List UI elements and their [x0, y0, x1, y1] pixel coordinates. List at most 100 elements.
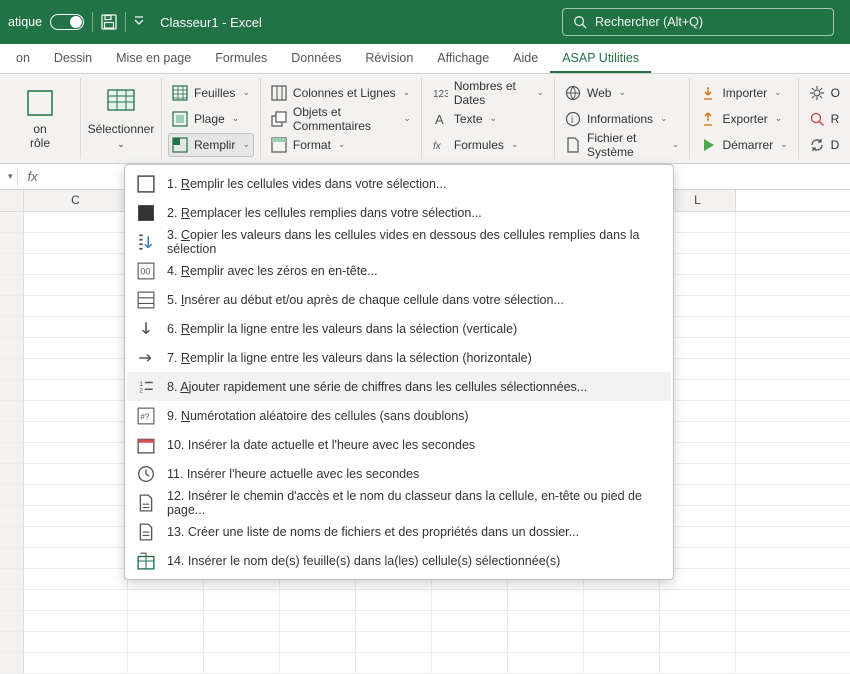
row-header[interactable] — [0, 569, 24, 590]
row-header[interactable] — [0, 632, 24, 653]
nombres-dates-button[interactable]: 123Nombres et Dates⌄ — [428, 81, 548, 105]
fichier-systeme-button[interactable]: Fichier et Système⌄ — [561, 133, 683, 157]
importer-button[interactable]: Importer⌄ — [696, 81, 791, 105]
cell[interactable] — [584, 632, 660, 652]
cell[interactable] — [508, 611, 584, 631]
web-button[interactable]: Web⌄ — [561, 81, 683, 105]
row-header[interactable] — [0, 443, 24, 464]
row-header[interactable] — [0, 212, 24, 233]
save-icon[interactable] — [101, 14, 117, 30]
cell[interactable] — [356, 632, 432, 652]
menu-item-2[interactable]: 2. Remplacer les cellules remplies dans … — [127, 198, 671, 227]
cell[interactable] — [24, 233, 128, 253]
menu-item-3[interactable]: 3. Copier les valeurs dans les cellules … — [127, 227, 671, 256]
tab-données[interactable]: Données — [279, 45, 353, 73]
tab-on[interactable]: on — [4, 45, 42, 73]
cell[interactable] — [24, 464, 128, 484]
cell[interactable] — [24, 422, 128, 442]
cell[interactable] — [508, 632, 584, 652]
format-button[interactable]: Format⌄ — [267, 133, 415, 157]
tab-dessin[interactable]: Dessin — [42, 45, 104, 73]
feuilles-button[interactable]: Feuilles⌄ — [168, 81, 254, 105]
cell[interactable] — [356, 611, 432, 631]
cell[interactable] — [204, 590, 280, 610]
cell[interactable] — [128, 632, 204, 652]
remplir-button[interactable]: Remplir⌄ — [168, 133, 254, 157]
cell[interactable] — [356, 653, 432, 673]
cell[interactable] — [280, 590, 356, 610]
cell[interactable] — [24, 338, 128, 358]
row-header[interactable] — [0, 338, 24, 359]
menu-item-8[interactable]: 128. Ajouter rapidement une série de chi… — [127, 372, 671, 401]
menu-item-11[interactable]: 11. Insérer l'heure actuelle avec les se… — [127, 459, 671, 488]
autosave-toggle[interactable] — [50, 14, 84, 30]
menu-item-7[interactable]: 7. Remplir la ligne entre les valeurs da… — [127, 343, 671, 372]
cell[interactable] — [204, 611, 280, 631]
informations-button[interactable]: iInformations⌄ — [561, 107, 683, 131]
name-box-arrow-icon[interactable]: ▾ — [8, 171, 13, 182]
tab-aide[interactable]: Aide — [501, 45, 550, 73]
row-header[interactable] — [0, 359, 24, 380]
fx-icon[interactable]: fx — [28, 169, 38, 184]
tab-formules[interactable]: Formules — [203, 45, 279, 73]
row-header[interactable] — [0, 611, 24, 632]
cell[interactable] — [128, 653, 204, 673]
cell[interactable] — [432, 611, 508, 631]
objets-commentaires-button[interactable]: Objets et Commentaires⌄ — [267, 107, 415, 131]
cell[interactable] — [584, 653, 660, 673]
row-header[interactable] — [0, 401, 24, 422]
menu-item-1[interactable]: 1. Remplir les cellules vides dans votre… — [127, 169, 671, 198]
cell[interactable] — [24, 380, 128, 400]
cell[interactable] — [660, 590, 736, 610]
cell[interactable] — [128, 611, 204, 631]
row-header[interactable] — [0, 254, 24, 275]
cell[interactable] — [24, 548, 128, 568]
row-header[interactable] — [0, 590, 24, 611]
search-box[interactable]: Rechercher (Alt+Q) — [562, 8, 834, 36]
menu-item-9[interactable]: #?9. Numérotation aléatoire des cellules… — [127, 401, 671, 430]
tab-mise-en-page[interactable]: Mise en page — [104, 45, 203, 73]
cell[interactable] — [432, 653, 508, 673]
cell[interactable] — [24, 590, 128, 610]
cell[interactable] — [128, 590, 204, 610]
row-header[interactable] — [0, 422, 24, 443]
cell[interactable] — [24, 296, 128, 316]
cell[interactable] — [24, 275, 128, 295]
chevron-down-icon[interactable] — [134, 14, 144, 30]
menu-item-14[interactable]: 14. Insérer le nom de(s) feuille(s) dans… — [127, 546, 671, 575]
cell[interactable] — [660, 632, 736, 652]
tab-révision[interactable]: Révision — [353, 45, 425, 73]
row-header[interactable] — [0, 296, 24, 317]
menu-item-4[interactable]: 004. Remplir avec les zéros en en-tête..… — [127, 256, 671, 285]
menu-item-13[interactable]: 13. Créer une liste de noms de fichiers … — [127, 517, 671, 546]
cell[interactable] — [432, 632, 508, 652]
cell[interactable] — [24, 506, 128, 526]
options-button[interactable]: O — [805, 81, 844, 105]
column-header[interactable]: C — [24, 190, 128, 211]
select-button[interactable]: Sélectionner⌄ — [85, 80, 157, 158]
cell[interactable] — [24, 359, 128, 379]
colonnes-lignes-button[interactable]: Colonnes et Lignes⌄ — [267, 81, 415, 105]
exporter-button[interactable]: Exporter⌄ — [696, 107, 791, 131]
row-header[interactable] — [0, 380, 24, 401]
menu-item-12[interactable]: 12. Insérer le chemin d'accès et le nom … — [127, 488, 671, 517]
row-header[interactable] — [0, 233, 24, 254]
cell[interactable] — [280, 632, 356, 652]
tab-affichage[interactable]: Affichage — [425, 45, 501, 73]
row-header[interactable] — [0, 506, 24, 527]
cell[interactable] — [432, 590, 508, 610]
cell[interactable] — [24, 317, 128, 337]
menu-item-5[interactable]: 5. Insérer au début et/ou après de chaqu… — [127, 285, 671, 314]
cell[interactable] — [24, 611, 128, 631]
tab-asap-utilities[interactable]: ASAP Utilities — [550, 45, 651, 73]
formules-button[interactable]: fxFormules⌄ — [428, 133, 548, 157]
cell[interactable] — [24, 632, 128, 652]
row-header[interactable] — [0, 527, 24, 548]
menu-item-10[interactable]: 10. Insérer la date actuelle et l'heure … — [127, 430, 671, 459]
cell[interactable] — [24, 212, 128, 232]
cell[interactable] — [24, 443, 128, 463]
cell[interactable] — [508, 590, 584, 610]
row-header[interactable] — [0, 464, 24, 485]
search-button[interactable]: R — [805, 107, 844, 131]
cell[interactable] — [356, 590, 432, 610]
